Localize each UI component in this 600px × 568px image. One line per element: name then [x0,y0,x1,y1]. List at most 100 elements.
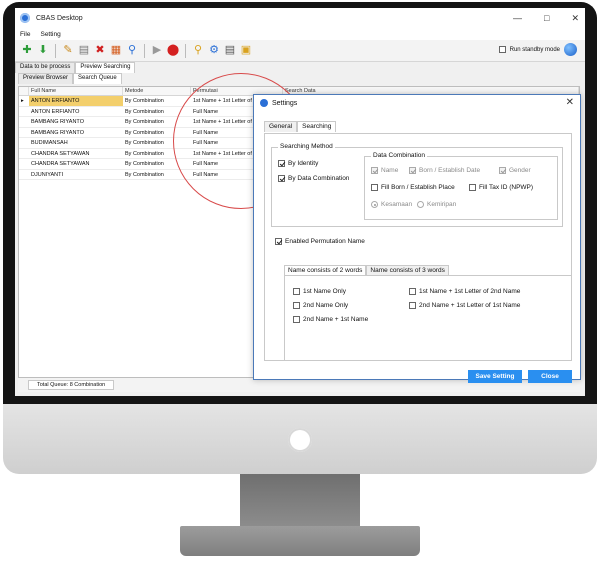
truck-icon[interactable]: ▦ [109,44,123,58]
fill-born-place-option[interactable]: Fill Born / Establish Place [371,184,455,191]
cell-metode: By Combination [125,171,164,178]
born-option[interactable]: Born / Establish Date [409,167,480,174]
kesamaan-label: Kesamaan [381,201,413,208]
cell-full-name: BUDIMANSAH [31,140,68,146]
row-indicator-header [19,87,29,95]
row-indicator [19,170,29,180]
data-combination-group: Data Combination Name Born / Establish D… [364,152,558,220]
import-icon[interactable]: ⬇ [36,44,50,58]
perm-label: 2nd Name + 1st Name [303,316,369,323]
cell-metode: By Combination [125,98,164,104]
data-combination-label: Data Combination [371,152,428,159]
searching-method-group: Searching Method By Identity By Data Com… [271,143,563,227]
perm-checkbox[interactable] [293,288,300,295]
by-identity-label: By Identity [288,160,319,167]
perm-checkbox[interactable] [293,316,300,323]
name-checkbox[interactable] [371,167,378,174]
row-indicator [19,117,29,127]
tab-data-to-be-process[interactable]: Data to be process [15,62,76,73]
name-option[interactable]: Name [371,167,398,174]
cell-metode: By Combination [125,129,164,136]
column-header-full-name[interactable]: Full Name [29,87,123,95]
minimize-button[interactable]: — [513,13,522,23]
globe-icon[interactable] [564,43,577,56]
close-window-button[interactable]: ✕ [571,13,579,24]
by-data-combination-checkbox[interactable] [278,175,285,182]
row-indicator [19,159,29,169]
by-data-combination-option[interactable]: By Data Combination [278,175,349,182]
monitor-mockup: CBAS Desktop — □ ✕ File Setting ✚ ⬇ ✎ ▤ … [0,0,600,568]
tab-three-words[interactable]: Name consists of 3 words [366,265,449,275]
standby-toggle[interactable]: Run standby mode [498,43,577,56]
tab-searching[interactable]: Searching [297,121,337,132]
perm-checkbox[interactable] [409,288,416,295]
by-identity-checkbox[interactable] [278,160,285,167]
main-tabs: Data to be process Preview Searching [15,62,136,73]
perm-label: 1st Name + 1st Letter of 2nd Name [419,288,521,295]
window-title: CBAS Desktop [36,14,83,22]
by-identity-option[interactable]: By Identity [278,160,318,167]
born-checkbox[interactable] [409,167,416,174]
permutation-panel: 1st Name Only 2nd Name Only 2nd Name + 1… [284,275,572,361]
save-setting-button[interactable]: Save Setting [468,370,522,383]
cell-full-name: CHANDRA SETYAWAN [31,150,90,157]
dialog-app-icon [260,99,268,107]
menu-bar: File Setting [15,28,585,40]
perm-option-1st-plus-letter[interactable]: 1st Name + 1st Letter of 2nd Name [409,288,520,295]
maximize-button[interactable]: □ [544,13,549,23]
name-label: Name [381,167,399,174]
perm-label: 2nd Name + 1st Letter of 1st Name [419,302,521,309]
standby-label: Run standby mode [509,46,560,53]
fill-born-place-label: Fill Born / Establish Place [381,184,455,191]
tab-general[interactable]: General [264,121,298,132]
perm-option-2nd-plus-1st[interactable]: 2nd Name + 1st Name [293,316,368,323]
row-indicator: ▸ [21,98,24,104]
menu-file[interactable]: File [20,31,30,38]
app-logo-icon [20,13,30,23]
enabled-permutation-option[interactable]: Enabled Permutation Name [275,238,365,245]
kemiripan-radio[interactable] [417,201,424,208]
by-data-combination-label: By Data Combination [288,175,350,182]
kesamaan-radio[interactable] [371,201,378,208]
perm-checkbox[interactable] [293,302,300,309]
tab-search-queue[interactable]: Search Queue [73,73,122,84]
briefcase-icon[interactable]: ▣ [239,44,253,58]
document-icon[interactable]: ▤ [77,44,91,58]
stop-icon[interactable]: ⬤ [166,44,180,58]
gender-option[interactable]: Gender [499,167,531,174]
perm-option-2nd-name-only[interactable]: 2nd Name Only [293,302,348,309]
gender-checkbox[interactable] [499,167,506,174]
gear-icon[interactable]: ⚙ [207,44,221,58]
gender-label: Gender [509,167,531,174]
perm-option-2nd-plus-letter[interactable]: 2nd Name + 1st Letter of 1st Name [409,302,520,309]
cell-full-name: ANTON ERFIANTO [29,96,123,106]
delete-icon[interactable]: ✖ [93,44,107,58]
dialog-close-icon[interactable]: ✕ [566,97,574,108]
search-icon[interactable]: ⚲ [125,44,139,58]
window-icon[interactable]: ▤ [223,44,237,58]
menu-setting[interactable]: Setting [40,31,60,38]
edit-icon[interactable]: ✎ [61,44,75,58]
tab-preview-searching[interactable]: Preview Searching [75,62,136,73]
key-icon[interactable]: ⚲ [191,44,205,58]
add-icon[interactable]: ✚ [20,44,34,58]
toolbar-separator [55,43,56,58]
standby-checkbox[interactable] [498,46,506,53]
kesamaan-option[interactable]: Kesamaan [371,201,412,208]
fill-tax-option[interactable]: Fill Tax ID (NPWP) [469,184,533,191]
born-label: Born / Establish Date [419,167,481,174]
perm-option-1st-name-only[interactable]: 1st Name Only [293,288,346,295]
play-icon[interactable]: ▶ [150,44,164,58]
tab-two-words[interactable]: Name consists of 2 words [284,265,367,275]
enabled-permutation-checkbox[interactable] [275,238,282,245]
cell-metode: By Combination [125,161,164,167]
fill-born-place-checkbox[interactable] [371,184,378,191]
perm-checkbox[interactable] [409,302,416,309]
cell-full-name: BAMBANG RIYANTO [31,129,84,136]
searching-method-label: Searching Method [278,143,335,150]
tab-preview-browser[interactable]: Preview Browser [18,73,74,84]
fill-tax-checkbox[interactable] [469,184,476,191]
column-header-metode[interactable]: Metode [123,87,191,95]
close-button[interactable]: Close [528,370,572,383]
kemiripan-option[interactable]: Kemiripan [417,201,456,208]
